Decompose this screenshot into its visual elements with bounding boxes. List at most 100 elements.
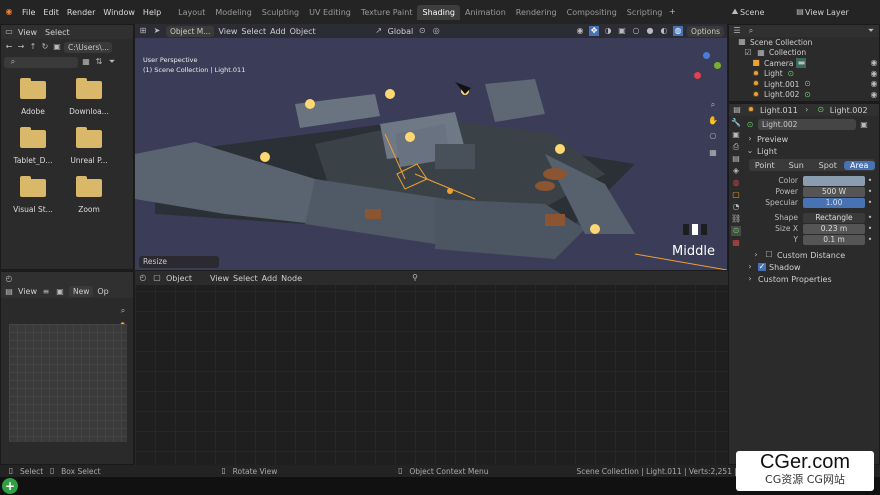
data-block-name-field[interactable]: Light.002 [758,119,856,130]
tab-shading[interactable]: Shading [417,4,460,20]
visibility-icon[interactable]: ◉ [869,90,879,100]
tab-rendering[interactable]: Rendering [511,5,562,20]
search-input[interactable]: ⌕ [4,56,78,68]
animate-dot-icon[interactable]: • [865,213,875,223]
tree-item-light-002[interactable]: ✹ Light.002 ⊙ ◉ [737,90,879,101]
custom-distance-section[interactable]: › ☐ Custom Distance [745,249,879,261]
axis-y-icon[interactable] [714,62,721,69]
fb-menu-view[interactable]: View [18,28,37,37]
size-x-field[interactable]: 0.23 m [803,223,865,234]
tree-item-light-001[interactable]: ✹ Light.001 ⊙ ◉ [737,79,879,90]
power-field[interactable]: 500 W [803,186,865,197]
object-tab-icon[interactable]: ▢ [731,190,741,200]
3d-viewport[interactable]: ⊞ ➤ Object M... View Select Add Object ↗… [135,24,727,270]
refresh-icon[interactable]: ↻ [40,42,50,52]
light-type-sun[interactable]: Sun [781,161,813,170]
folder-item[interactable]: Unreal P... [61,127,117,165]
menu-window[interactable]: Window [99,8,139,17]
constraints-tab-icon[interactable]: ⛓ [731,214,741,224]
menu-edit[interactable]: Edit [39,8,63,17]
view-layer-name[interactable]: View Layer [805,8,880,17]
folder-item[interactable]: Adobe [5,78,61,116]
animate-dot-icon[interactable]: • [865,235,875,245]
parent-dir-icon[interactable]: ↑ [28,42,38,52]
light-data-tab-icon[interactable]: ⊙ [731,226,741,236]
tree-item-camera[interactable]: ■ Camera ▬ ◉ [737,58,879,69]
view-layer-tab-icon[interactable]: ▤ [731,154,741,164]
tab-uv-editing[interactable]: UV Editing [304,5,356,20]
scene-name[interactable]: Scene [740,8,795,17]
ne-menu-node[interactable]: Node [281,274,302,283]
animate-dot-icon[interactable]: • [865,198,875,208]
folder-item[interactable]: Downloa... [61,78,117,116]
view-mode-icon[interactable]: ▤ [4,287,14,297]
filter-icon[interactable]: ⏷ [107,57,117,67]
zoom-icon[interactable]: ⌕ [708,100,718,110]
pin-icon[interactable]: ⚲ [410,273,420,283]
folder-item[interactable]: Tablet_D... [5,127,61,165]
path-field[interactable]: C:\Users\... [64,41,112,53]
animate-dot-icon[interactable]: • [865,176,875,186]
tab-animation[interactable]: Animation [460,5,511,20]
checkbox-checked-icon[interactable]: ✓ [758,263,766,271]
folder-item[interactable]: Zoom [61,176,117,214]
fb-menu-select[interactable]: Select [45,28,70,37]
output-tab-icon[interactable]: ⎙ [731,142,741,152]
editor-type-icon[interactable]: ▤ [732,105,742,115]
tab-layout[interactable]: Layout [173,5,210,20]
world-tab-icon[interactable]: ◍ [731,178,741,188]
add-workspace-icon[interactable]: + [667,7,677,17]
animate-dot-icon[interactable]: • [865,187,875,197]
tab-scripting[interactable]: Scripting [622,5,668,20]
image-browse-icon[interactable]: ▣ [55,287,65,297]
hamburger-icon[interactable]: ≡ [41,287,51,297]
search-icon[interactable]: ⌕ [746,26,756,36]
ne-menu-select[interactable]: Select [233,274,258,283]
tab-texture-paint[interactable]: Texture Paint [356,5,418,20]
pan-icon[interactable]: ✋ [708,116,718,126]
filter-icon[interactable]: ⏷ [866,26,876,36]
shadow-section[interactable]: › ✓ Shadow [745,261,879,273]
ne-menu-add[interactable]: Add [262,274,278,283]
light-type-spot[interactable]: Spot [812,161,844,170]
animate-dot-icon[interactable]: • [865,224,875,234]
menu-render[interactable]: Render [63,8,99,17]
editor-type-icon[interactable]: ◴ [4,274,14,284]
shader-type-dropdown[interactable]: Object [166,274,206,283]
tab-compositing[interactable]: Compositing [562,5,622,20]
visibility-icon[interactable]: ◉ [869,79,879,89]
editor-type-icon[interactable]: ☰ [732,26,742,36]
checkbox-icon[interactable]: ☑ [743,48,753,58]
resize-operator-panel[interactable]: Resize [139,256,219,268]
new-image-button[interactable]: New [68,286,94,297]
display-mode-icon[interactable]: ▦ [81,57,91,67]
light-section[interactable]: ⌄ Light [745,145,879,157]
zoom-icon[interactable]: ⌕ [118,306,128,316]
size-y-field[interactable]: 0.1 m [803,234,865,245]
editor-type-icon[interactable]: ◴ [138,273,148,283]
back-icon[interactable]: ← [4,42,14,52]
sort-icon[interactable]: ⇅ [94,57,104,67]
image-canvas[interactable] [9,324,127,442]
axis-x-icon[interactable] [694,72,701,79]
render-tab-icon[interactable]: ▣ [731,130,741,140]
editor-type-icon[interactable]: ▭ [4,27,14,37]
camera-view-icon[interactable]: ⎔ [708,132,718,142]
grid-toggle-icon[interactable]: ▦ [708,148,718,158]
checkbox-icon[interactable]: ☐ [764,250,774,260]
forward-icon[interactable]: → [16,42,26,52]
visibility-icon[interactable]: ◉ [869,58,879,68]
blender-logo-icon[interactable]: ◉ [4,7,14,17]
open-image-button[interactable]: Op [97,287,108,296]
shape-dropdown[interactable]: Rectangle [803,212,865,223]
light-type-area[interactable]: Area [843,160,875,170]
physics-tab-icon[interactable]: ◔ [731,202,741,212]
ne-menu-view[interactable]: View [210,274,229,283]
color-swatch[interactable] [803,175,865,186]
tool-tab-icon[interactable]: 🔧 [731,118,741,128]
light-type-point[interactable]: Point [749,161,781,170]
tree-item-scene-collection[interactable]: ▦ Scene Collection [737,37,879,48]
specular-field[interactable]: 1.00 [803,197,865,208]
custom-properties-section[interactable]: › Custom Properties [745,273,879,285]
tree-item-collection[interactable]: ☑ ▦ Collection [737,48,879,59]
